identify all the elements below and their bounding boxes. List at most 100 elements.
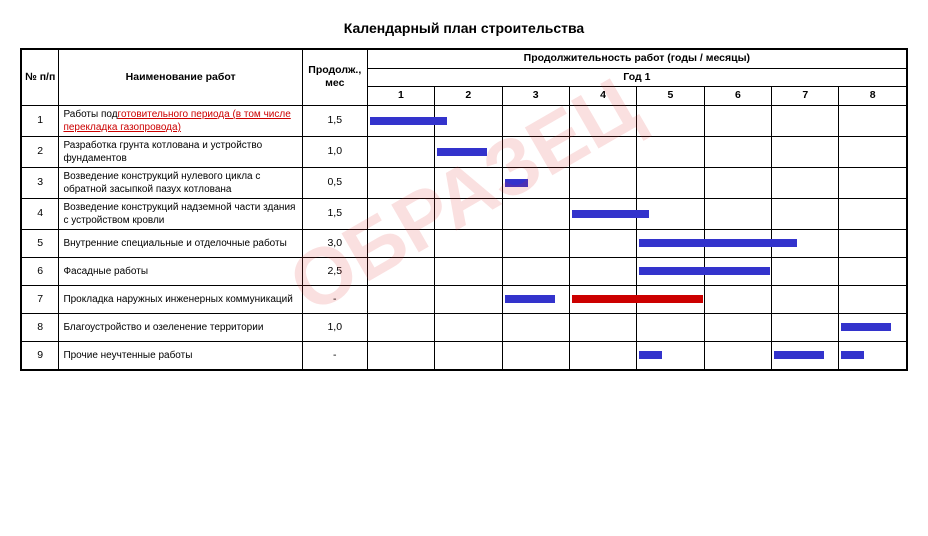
gantt-cell-6 [704,105,771,136]
gantt-bar [437,148,487,156]
row-dur: 0,5 [302,167,367,198]
duration-span-header: Продолжительность работ (годы / месяцы) [367,50,906,69]
gantt-cell-6 [704,167,771,198]
gantt-cell-2 [435,285,502,313]
gantt-bar [505,295,555,303]
table-row: 8Благоустройство и озеленение территории… [22,313,907,341]
gantt-cell-1 [367,313,434,341]
gantt-cell-3 [502,229,569,257]
gantt-cell-3 [502,105,569,136]
table-row: 2Разработка грунта котлована и устройств… [22,136,907,167]
gantt-cell-6 [704,341,771,369]
row-num: 2 [22,136,59,167]
gantt-cell-4 [569,341,636,369]
gantt-cell-1 [367,285,434,313]
row-num: 6 [22,257,59,285]
gantt-cell-1 [367,167,434,198]
gantt-cell-3 [502,257,569,285]
row-dur: 2,5 [302,257,367,285]
row-name: Прокладка наружных инженерных коммуникац… [59,285,302,313]
gantt-cell-2 [435,257,502,285]
gantt-bar [572,295,703,303]
row-num: 4 [22,198,59,229]
gantt-cell-2 [435,229,502,257]
row-name: Разработка грунта котлована и устройство… [59,136,302,167]
table-row: 6Фасадные работы2,5 [22,257,907,285]
schedule-table: № п/п Наименование работ Продолж., мес П… [20,48,908,371]
gantt-cell-4 [569,285,636,313]
gantt-cell-8 [839,229,907,257]
gantt-cell-1 [367,198,434,229]
col-dur-header: Продолж., мес [302,50,367,106]
gantt-cell-8 [839,105,907,136]
gantt-bar [639,267,770,275]
row-num: 3 [22,167,59,198]
gantt-bar [370,117,447,125]
row-num: 5 [22,229,59,257]
month-7-header: 7 [772,87,839,106]
gantt-cell-7 [772,341,839,369]
row-dur: - [302,285,367,313]
gantt-cell-4 [569,105,636,136]
gantt-cell-1 [367,136,434,167]
table-row: 5Внутренние специальные и отделочные раб… [22,229,907,257]
gantt-cell-7 [772,285,839,313]
gantt-bar [639,239,797,247]
gantt-cell-1 [367,257,434,285]
gantt-cell-2 [435,136,502,167]
gantt-cell-8 [839,341,907,369]
gantt-bar [774,351,824,359]
month-4-header: 4 [569,87,636,106]
gantt-cell-8 [839,313,907,341]
gantt-cell-5 [637,136,704,167]
gantt-cell-3 [502,198,569,229]
row-num: 7 [22,285,59,313]
gantt-cell-1 [367,105,434,136]
row-num: 1 [22,105,59,136]
gantt-cell-2 [435,313,502,341]
header-row-1: № п/п Наименование работ Продолж., мес П… [22,50,907,69]
table-row: 7Прокладка наружных инженерных коммуника… [22,285,907,313]
gantt-cell-6 [704,285,771,313]
gantt-cell-2 [435,167,502,198]
table-row: 3Возведение конструкций нулевого цикла с… [22,167,907,198]
gantt-cell-2 [435,341,502,369]
gantt-cell-4 [569,136,636,167]
gantt-cell-3 [502,136,569,167]
row-name: Фасадные работы [59,257,302,285]
gantt-cell-5 [637,229,704,257]
gantt-cell-7 [772,167,839,198]
row-name: Работы подготовительного периода (в том … [59,105,302,136]
row-dur: 1,0 [302,313,367,341]
row-name: Возведение конструкций надземной части з… [59,198,302,229]
gantt-cell-4 [569,229,636,257]
gantt-cell-8 [839,198,907,229]
row-name: Возведение конструкций нулевого цикла с … [59,167,302,198]
gantt-cell-5 [637,167,704,198]
gantt-cell-4 [569,257,636,285]
gantt-cell-5 [637,341,704,369]
row-dur: - [302,341,367,369]
gantt-cell-8 [839,136,907,167]
gantt-cell-5 [637,105,704,136]
row-dur: 1,0 [302,136,367,167]
gantt-cell-7 [772,198,839,229]
row-name: Благоустройство и озеленение территории [59,313,302,341]
row-num: 9 [22,341,59,369]
table-row: 9Прочие неучтенные работы- [22,341,907,369]
col-name-header: Наименование работ [59,50,302,106]
month-2-header: 2 [435,87,502,106]
row-num: 8 [22,313,59,341]
gantt-bar [639,351,662,359]
gantt-bar [572,210,649,218]
gantt-cell-1 [367,341,434,369]
page-title: Календарный план строительства [20,20,908,36]
gantt-cell-8 [839,167,907,198]
table-row: 4Возведение конструкций надземной части … [22,198,907,229]
gantt-cell-7 [772,257,839,285]
gantt-cell-3 [502,313,569,341]
gantt-cell-5 [637,257,704,285]
table-row: 1Работы подготовительного периода (в том… [22,105,907,136]
month-6-header: 6 [704,87,771,106]
gantt-cell-4 [569,313,636,341]
